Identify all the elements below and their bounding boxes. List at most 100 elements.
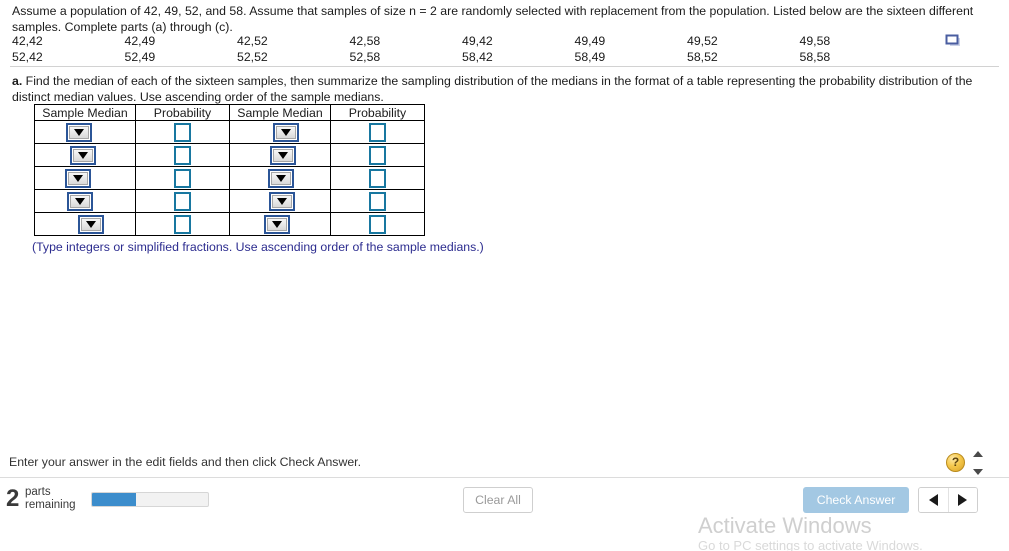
cell-sample-median: [34, 120, 136, 144]
scroll-up-icon[interactable]: [973, 451, 983, 457]
column-header-sample-median-1: Sample Median: [34, 104, 136, 121]
help-icon[interactable]: ?: [946, 453, 965, 472]
table-row: [34, 189, 425, 213]
sample-median-dropdown[interactable]: [67, 191, 93, 211]
probability-input[interactable]: [174, 168, 191, 188]
content-divider: [10, 66, 999, 67]
sample-value: 42,49: [124, 34, 156, 48]
column-header-probability-1: Probability: [135, 104, 230, 121]
cell-sample-median: [34, 189, 136, 213]
part-a-text: Find the median of each of the sixteen s…: [12, 74, 973, 104]
cell-probability: [330, 212, 425, 236]
cell-sample-median: [229, 212, 331, 236]
cell-sample-median: [229, 189, 331, 213]
scroll-spinner[interactable]: [971, 451, 985, 475]
sample-value: 52,52: [237, 50, 268, 64]
cell-sample-median: [229, 143, 331, 167]
samples-row: 42,42 42,49 42,52 42,58 49,42 49,49 49,5…: [12, 33, 912, 49]
chevron-down-icon: [276, 174, 286, 182]
cell-sample-median: [34, 143, 136, 167]
column-header-sample-median-2: Sample Median: [229, 104, 331, 121]
samples-row: 52,42 52,49 52,52 52,58 58,42 58,49 58,5…: [12, 49, 912, 65]
chevron-down-icon: [281, 128, 291, 136]
cell-sample-median: [34, 166, 136, 190]
scroll-down-icon[interactable]: [973, 469, 983, 475]
chevron-down-icon: [272, 220, 282, 228]
progress-bar-fill: [92, 493, 137, 506]
previous-button[interactable]: [919, 488, 948, 512]
sample-value: 42,42: [12, 34, 43, 48]
probability-input[interactable]: [369, 214, 386, 234]
sample-median-dropdown[interactable]: [270, 145, 296, 165]
cell-probability: [135, 166, 230, 190]
exercise-window: Assume a population of 42, 49, 52, and 5…: [0, 0, 1009, 551]
clear-all-button[interactable]: Clear All: [463, 487, 533, 513]
probability-input[interactable]: [369, 168, 386, 188]
chevron-down-icon: [278, 151, 288, 159]
sampling-distribution-table: Sample Median Probability Sample Median …: [34, 104, 425, 236]
chevron-down-icon: [75, 197, 85, 205]
sample-median-dropdown[interactable]: [273, 122, 299, 142]
dropdown-face: [73, 148, 93, 162]
sample-median-dropdown[interactable]: [269, 191, 295, 211]
probability-input[interactable]: [174, 145, 191, 165]
cell-sample-median: [34, 212, 136, 236]
check-answer-button[interactable]: Check Answer: [803, 487, 909, 513]
chevron-down-icon: [78, 151, 88, 159]
cell-sample-median: [229, 166, 331, 190]
chevron-down-icon: [74, 128, 84, 136]
cell-probability: [135, 120, 230, 144]
dropdown-face: [272, 194, 292, 208]
column-header-probability-2: Probability: [330, 104, 425, 121]
sample-median-dropdown[interactable]: [268, 168, 294, 188]
parts-remaining-label: parts remaining: [25, 486, 76, 511]
arrow-right-icon: [958, 494, 968, 506]
table-row: [34, 166, 425, 190]
parts-remaining-count: 2: [6, 485, 20, 512]
parts-label-line1: parts: [25, 486, 51, 498]
part-a-prompt: a. Find the median of each of the sixtee…: [12, 74, 979, 105]
probability-input[interactable]: [174, 122, 191, 142]
status-message: Enter your answer in the edit fields and…: [9, 455, 362, 469]
cell-probability: [330, 166, 425, 190]
sample-value: 58,58: [799, 50, 831, 64]
answer-format-hint: (Type integers or simplified fractions. …: [32, 240, 484, 254]
sample-median-dropdown[interactable]: [65, 168, 91, 188]
dropdown-face: [81, 217, 101, 231]
dropdown-face: [271, 171, 291, 185]
dropdown-face: [68, 171, 88, 185]
sample-median-dropdown[interactable]: [78, 214, 104, 234]
probability-input[interactable]: [174, 214, 191, 234]
probability-input[interactable]: [369, 122, 386, 142]
sample-median-dropdown[interactable]: [264, 214, 290, 234]
part-a-label: a.: [12, 74, 23, 88]
next-button[interactable]: [947, 488, 977, 512]
progress-bar: [91, 492, 209, 507]
arrow-left-icon: [928, 494, 938, 506]
probability-input[interactable]: [174, 191, 191, 211]
cell-probability: [330, 120, 425, 144]
cell-sample-median: [229, 120, 331, 144]
cell-probability: [135, 143, 230, 167]
samples-list: 42,42 42,49 42,52 42,58 49,42 49,49 49,5…: [12, 33, 912, 65]
sample-value: 49,49: [574, 34, 606, 48]
table-row: [34, 212, 425, 236]
sample-value: 49,42: [462, 34, 493, 48]
probability-input[interactable]: [369, 191, 386, 211]
sample-value: 52,42: [12, 50, 43, 64]
sample-value: 58,52: [687, 50, 718, 64]
popout-window-icon[interactable]: [944, 34, 964, 50]
probability-input[interactable]: [369, 145, 386, 165]
dropdown-face: [70, 194, 90, 208]
sample-median-dropdown[interactable]: [70, 145, 96, 165]
dropdown-face: [276, 125, 296, 139]
sample-median-dropdown[interactable]: [66, 122, 92, 142]
chevron-down-icon: [277, 197, 287, 205]
dropdown-face: [69, 125, 89, 139]
navigation-buttons: [918, 487, 978, 513]
watermark-subtitle: Go to PC settings to activate Windows.: [698, 538, 923, 551]
table-body: [34, 120, 425, 236]
cell-probability: [135, 212, 230, 236]
activate-windows-watermark: Activate Windows Go to PC settings to ac…: [698, 514, 923, 551]
sample-value: 49,52: [687, 34, 718, 48]
